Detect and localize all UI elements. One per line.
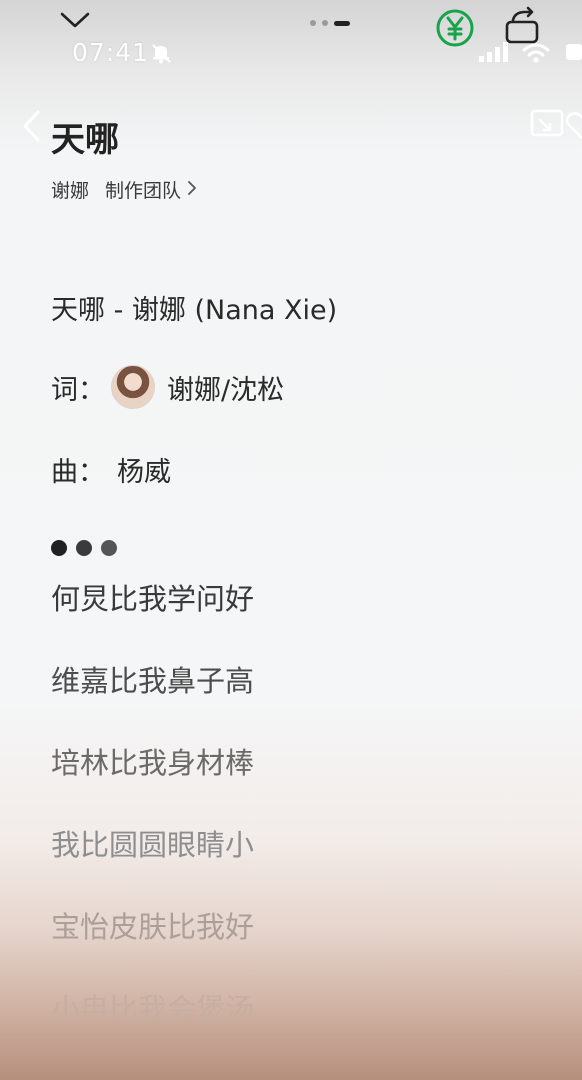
lyric-line[interactable]: 我比圆圆眼睛小: [51, 826, 254, 908]
chevron-right-icon[interactable]: [187, 179, 197, 201]
composer-row: 曲： 杨威: [51, 450, 171, 489]
lyric-line[interactable]: 维嘉比我鼻子高: [51, 662, 254, 744]
status-time: 07:41: [72, 38, 150, 67]
lyric-line[interactable]: 宝怡皮肤比我好: [51, 908, 254, 990]
lyric-line[interactable]: 小冉比我会煲汤: [51, 990, 254, 1072]
loading-dots: [51, 540, 117, 556]
composer-label: 曲：: [51, 457, 105, 488]
lyric-line[interactable]: 何炅比我学问好: [51, 580, 254, 662]
lyricist-label: 词：: [51, 374, 105, 406]
artist-subline: 谢娜 制作团队: [51, 176, 197, 203]
song-credit-line: 天哪 - 谢娜 (Nana Xie): [51, 295, 338, 326]
back-arrow-icon[interactable]: [20, 108, 42, 148]
chevron-down-icon[interactable]: [60, 10, 90, 34]
signal-icon: [478, 42, 510, 66]
song-title: 天哪: [51, 120, 119, 160]
lyrics-list: 何炅比我学问好 维嘉比我鼻子高 培林比我身材棒 我比圆圆眼睛小 宝怡皮肤比我好 小冉比我会…: [51, 580, 254, 1072]
loading-dot: [51, 540, 67, 556]
avatar[interactable]: [111, 365, 155, 409]
composer-name: 杨威: [117, 457, 171, 488]
loading-dot: [76, 540, 92, 556]
bell-off-icon: [150, 42, 172, 68]
artist-name[interactable]: 谢娜: [51, 176, 89, 203]
lyricist-names[interactable]: 谢娜/沈松: [167, 368, 284, 407]
cast-icon[interactable]: [530, 108, 566, 144]
lyricist-row: 词： 谢娜/沈松: [51, 365, 284, 409]
battery-icon: [565, 42, 582, 66]
yuan-icon[interactable]: [435, 8, 475, 52]
lyric-line[interactable]: 培林比我身材棒: [51, 744, 254, 826]
status-bar: 07:41: [0, 0, 582, 80]
production-team-link[interactable]: 制作团队: [105, 176, 181, 203]
heart-icon[interactable]: [564, 108, 582, 148]
wifi-icon: [522, 42, 550, 68]
page-indicator: [310, 20, 350, 26]
loading-dot: [101, 540, 117, 556]
